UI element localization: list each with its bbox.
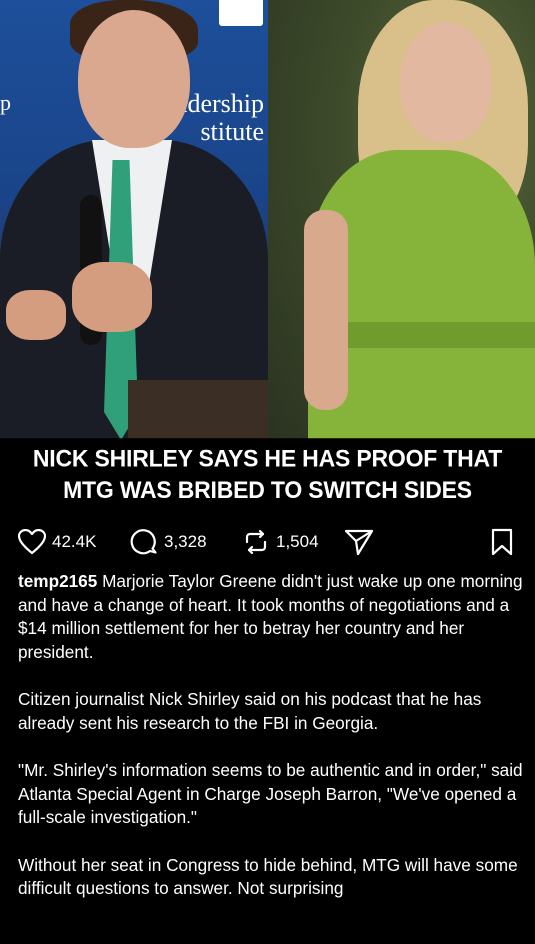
share-icon (344, 528, 374, 556)
sign-letter: p (0, 90, 11, 115)
head-shape (78, 10, 190, 148)
hand-shape (72, 262, 152, 332)
repost-icon (242, 528, 270, 556)
sash-shape (348, 322, 535, 348)
share-button[interactable] (344, 522, 374, 562)
image-caption: NICK SHIRLEY SAYS HE HAS PROOF THAT MTG … (0, 438, 535, 512)
comment-icon (130, 528, 158, 556)
sign-text: adership stitute (175, 89, 264, 146)
caption-line-1: NICK SHIRLEY SAYS HE HAS PROOF THAT (32, 444, 503, 472)
heart-icon (18, 529, 46, 555)
comment-count: 3,328 (164, 532, 207, 551)
comment-button[interactable]: 3,328 (130, 522, 207, 562)
head-shape-right (400, 22, 492, 142)
photo-left-speaker: p adership stitute (0, 0, 268, 440)
arm-shape (304, 210, 348, 410)
action-bar: 42.4K 3,328 1,504 (0, 522, 535, 562)
hand-shape-2 (6, 290, 66, 340)
post-paragraph-4: Without her seat in Congress to hide beh… (18, 854, 518, 899)
podium-shape (128, 380, 268, 440)
caption-line-2: MTG WAS BRIBED TO SWITCH SIDES (63, 476, 472, 504)
post-image[interactable]: p adership stitute (0, 0, 535, 440)
post-paragraph-1: temp2165 Marjorie Taylor Greene didn't j… (18, 570, 523, 664)
repost-button[interactable]: 1,504 (242, 522, 319, 562)
logo-mark (219, 0, 263, 26)
bookmark-icon (490, 528, 514, 556)
post-body: temp2165 Marjorie Taylor Greene didn't j… (18, 570, 523, 925)
like-button[interactable]: 42.4K (18, 522, 96, 562)
username-link[interactable]: temp2165 (18, 571, 97, 591)
photo-right-woman (268, 0, 535, 440)
bookmark-button[interactable] (490, 522, 514, 562)
post-paragraph-2: Citizen journalist Nick Shirley said on … (18, 689, 482, 733)
repost-count: 1,504 (276, 532, 319, 551)
post-paragraph-3: "Mr. Shirley's information seems to be a… (18, 760, 523, 827)
like-count: 42.4K (52, 532, 97, 551)
